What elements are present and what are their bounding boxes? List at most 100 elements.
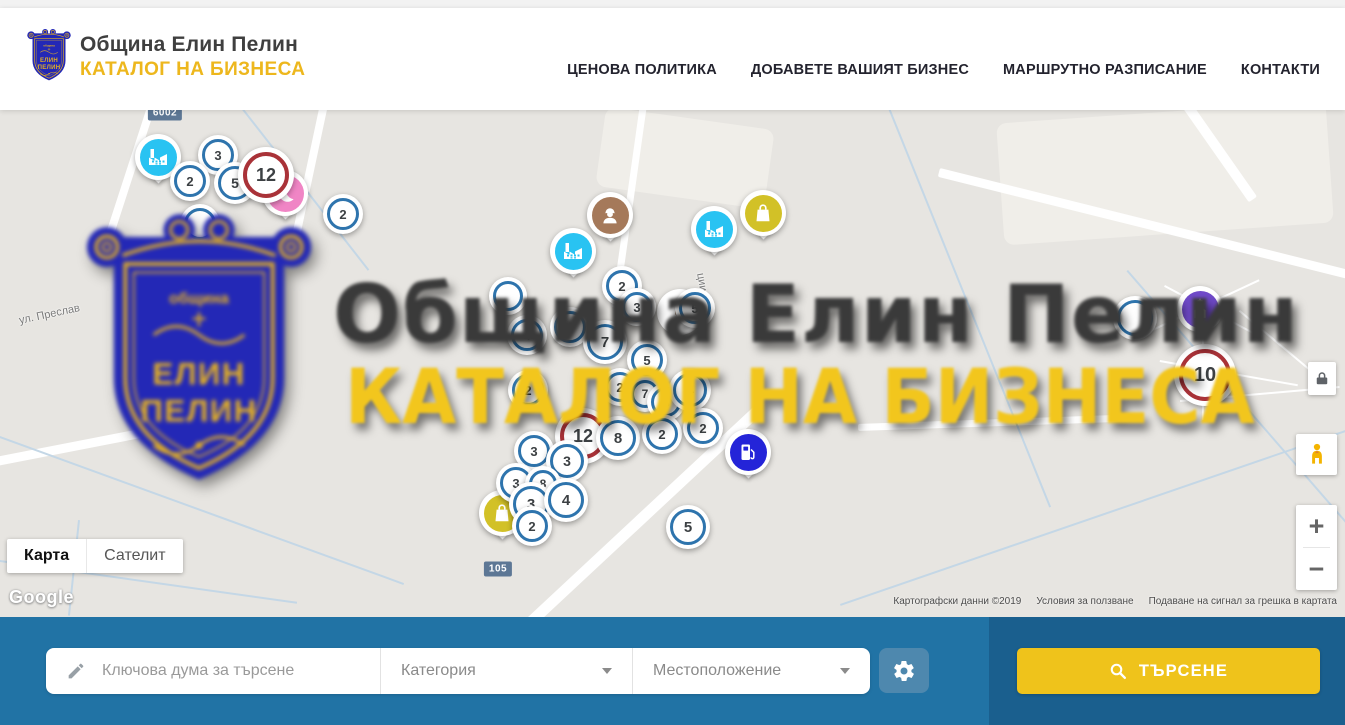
pin-circle	[696, 211, 733, 248]
cluster-count: 2	[528, 519, 535, 534]
search-bar: Категория Местоположение ТЪРСЕНЕ	[0, 617, 1345, 725]
pegman-icon	[1304, 440, 1330, 470]
shopping-bag-icon	[751, 201, 775, 225]
pin-circle	[140, 139, 177, 176]
map-canvas[interactable]: ул. Преславбул. „Новоселции6002105 32512…	[0, 110, 1345, 617]
cluster-count: 8	[614, 430, 622, 447]
cluster-marker[interactable]: 3	[618, 288, 656, 326]
cluster-marker[interactable]: 12	[238, 147, 294, 203]
cluster-count: 2	[699, 421, 706, 436]
worker-pin[interactable]	[587, 192, 633, 254]
church-pin[interactable]	[1177, 286, 1223, 348]
cluster-marker[interactable]: 5	[666, 505, 710, 549]
pin-body	[691, 206, 737, 252]
cluster-count: 10	[1194, 364, 1216, 387]
cluster-ring	[1117, 300, 1153, 336]
cluster-count: 4	[523, 328, 530, 343]
cluster-count: 2	[186, 174, 193, 189]
cluster-marker[interactable]: 4	[544, 478, 588, 522]
cluster-marker[interactable]	[1113, 296, 1157, 340]
pin-circle	[730, 434, 767, 471]
search-button[interactable]: ТЪРСЕНЕ	[1017, 648, 1320, 694]
cluster-ring	[184, 208, 216, 240]
cluster-marker[interactable]: 8	[596, 416, 640, 460]
factory-pin[interactable]	[691, 206, 737, 268]
road-badge: 6002	[148, 110, 182, 121]
cluster-marker[interactable]: 4	[669, 369, 711, 411]
pencil-icon	[66, 661, 86, 681]
attribution-terms[interactable]: Условия за ползване	[1036, 596, 1133, 607]
search-field-group: Категория Местоположение	[46, 648, 870, 694]
cluster-marker[interactable]: 2	[170, 161, 210, 201]
pin-circle	[745, 195, 782, 232]
zoom-out-button[interactable]: −	[1296, 548, 1337, 590]
cluster-count: 12	[256, 165, 276, 186]
cluster-count: 3	[563, 453, 571, 469]
cluster-marker[interactable]: 5	[675, 288, 715, 328]
cluster-count: 2	[524, 383, 531, 398]
keyword-field	[46, 648, 380, 694]
nav-item-pricing[interactable]: ЦЕНОВА ПОЛИТИКА	[567, 62, 717, 78]
cluster-count: 3	[214, 148, 221, 163]
cluster-count: 5	[684, 519, 692, 536]
road-badge: 105	[484, 562, 512, 577]
map-type-satellite-button[interactable]: Сателит	[86, 539, 182, 573]
road-line	[840, 428, 1345, 606]
shopping-bag-pin[interactable]	[740, 190, 786, 252]
nav-item-add-business[interactable]: ДОБАВЕТЕ ВАШИЯТ БИЗНЕС	[751, 62, 969, 78]
cluster-marker[interactable]: 2	[683, 408, 723, 448]
fuel-pin[interactable]	[725, 429, 771, 491]
pin-body	[587, 192, 633, 238]
cluster-marker[interactable]: 4	[507, 315, 547, 355]
cluster-count: 4	[562, 492, 570, 509]
site-subtitle: КАТАЛОГ НА БИЗНЕСА	[80, 59, 305, 81]
road-line	[213, 237, 264, 358]
cluster-marker[interactable]: 2	[508, 370, 548, 410]
pin-body	[725, 429, 771, 475]
top-strip	[0, 0, 1345, 8]
keyword-input[interactable]	[100, 661, 344, 681]
factory-icon	[702, 217, 726, 241]
nav-item-contacts[interactable]: КОНТАКТИ	[1241, 62, 1320, 78]
cluster-count: 4	[686, 382, 694, 398]
cluster-count: 2	[616, 380, 623, 395]
pegman-button[interactable]	[1296, 434, 1337, 475]
nav-item-transport-schedule[interactable]: МАРШРУТНО РАЗПИСАНИЕ	[1003, 62, 1207, 78]
lock-icon	[1313, 369, 1331, 389]
cluster-marker[interactable]: 2	[512, 506, 552, 546]
zoom-in-button[interactable]: +	[1296, 505, 1337, 547]
advanced-settings-button[interactable]	[879, 648, 929, 693]
page: Община Елин Пелин КАТАЛОГ НА БИЗНЕСА ЦЕН…	[0, 0, 1345, 725]
fuel-icon	[736, 440, 760, 464]
cluster-marker[interactable]: 2	[642, 414, 682, 454]
cluster-marker[interactable]: 2	[323, 194, 363, 234]
header: Община Елин Пелин КАТАЛОГ НА БИЗНЕСА ЦЕН…	[0, 8, 1345, 110]
search-button-label: ТЪРСЕНЕ	[1139, 662, 1228, 681]
road-line	[0, 407, 256, 471]
road-line	[1239, 310, 1317, 376]
lock-button[interactable]	[1308, 362, 1336, 395]
cluster-count: 5	[643, 353, 650, 368]
cluster-marker[interactable]: 7	[583, 320, 627, 364]
cluster-count: 2	[658, 427, 665, 442]
cluster-count: 3	[633, 300, 640, 315]
attribution-map-data[interactable]: Картографски данни ©2019	[893, 596, 1021, 607]
category-dropdown[interactable]: Категория	[380, 648, 632, 694]
cluster-marker[interactable]	[180, 204, 220, 244]
chevron-down-icon	[840, 668, 850, 674]
site-title: Община Елин Пелин	[80, 33, 305, 57]
location-dropdown[interactable]: Местоположение	[632, 648, 870, 694]
church-icon	[1188, 297, 1212, 321]
watermark-subtitle: КАТАЛОГ НА БИЗНЕСА	[345, 352, 1255, 441]
google-logo[interactable]: Google	[9, 587, 74, 608]
cluster-count: 5	[691, 301, 698, 316]
map-attribution: Картографски данни ©2019 Условия за ползв…	[893, 596, 1337, 607]
cluster-marker[interactable]: 10	[1174, 344, 1236, 406]
street-label: ул. Преслав	[18, 302, 81, 327]
chevron-down-icon	[602, 668, 612, 674]
attribution-report-error[interactable]: Подаване на сигнал за грешка в картата	[1149, 596, 1337, 607]
map-type-map-button[interactable]: Карта	[7, 539, 86, 573]
site-logo[interactable]: Община Елин Пелин КАТАЛОГ НА БИЗНЕСА	[27, 19, 305, 95]
pin-body	[740, 190, 786, 236]
cluster-marker[interactable]	[489, 277, 527, 315]
